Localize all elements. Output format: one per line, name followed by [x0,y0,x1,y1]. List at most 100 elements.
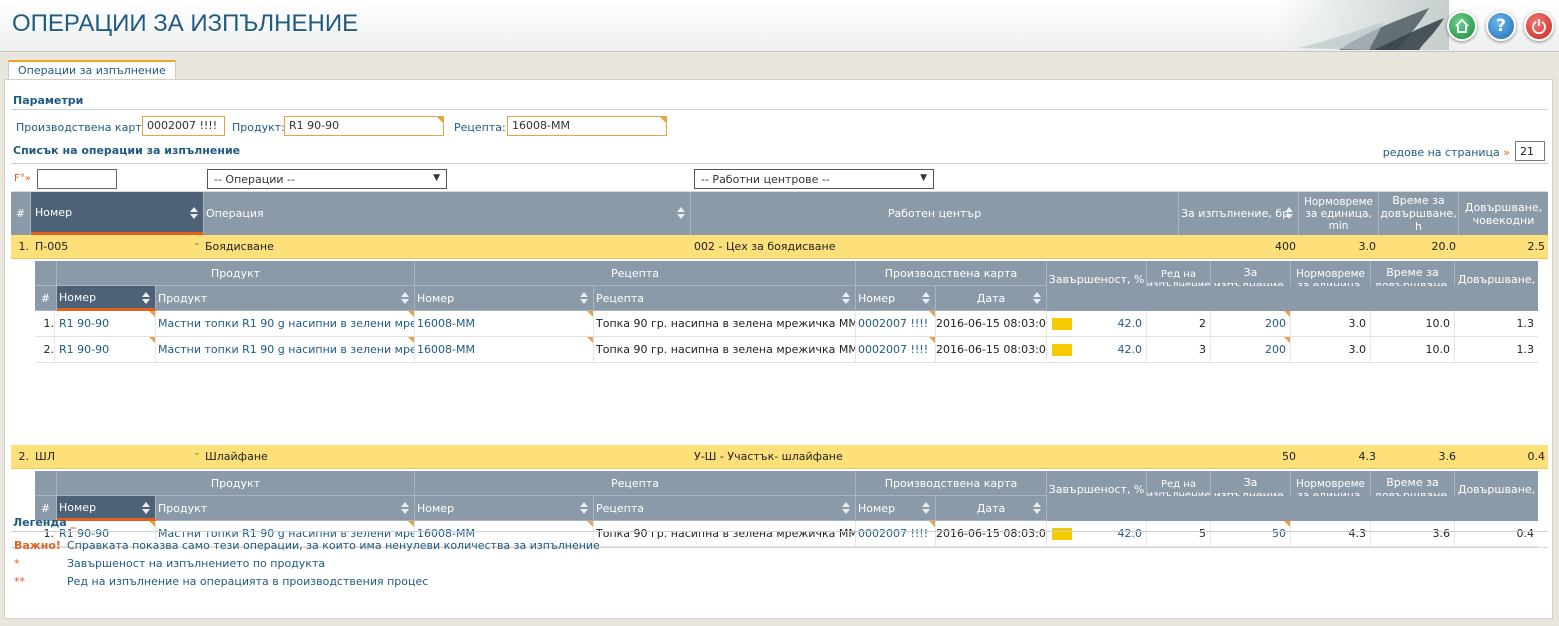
item-order: 3 [1147,337,1211,363]
lookup-corner-icon [587,521,593,527]
col-card-date-label: Дата [976,291,1006,305]
card-field-value: 0002007 !!!! [147,119,218,132]
item-card-number[interactable]: 0002007 !!!! [856,337,936,363]
item-card-number[interactable]: 0002007 !!!! [856,521,936,547]
operation-row[interactable]: 1. П-005 ⌄ Боядисване 002 - Цех за бояди… [11,235,1548,259]
item-to-execute[interactable]: 50 [1211,521,1291,547]
params-divider [11,109,1548,110]
tab-operations[interactable]: Операции за изпълнение [8,60,176,80]
help-button[interactable]: ? [1486,11,1516,41]
expand-chevron-icon[interactable]: ⌄ [193,231,201,255]
legend-key-star: * [14,557,20,570]
sort-icon[interactable] [1032,292,1042,304]
legend-toggle-icon[interactable]: _ [71,516,77,529]
item-card-date: 2016-06-15 08:03:09 [936,311,1047,337]
sort-icon[interactable] [400,292,410,304]
col-recipe-name[interactable]: Рецепта [594,496,856,521]
sort-icon[interactable] [921,292,931,304]
item-completion[interactable]: 42.0 [1047,311,1147,337]
app-header: ОПЕРАЦИИ ЗА ИЗПЪЛНЕНИЕ ? [0,0,1559,52]
group-product: Продукт [57,471,415,496]
legend-text-double-star: Ред на изпълнение на операцията в произв… [67,575,429,588]
operation-row[interactable]: 2. ШЛ ⌄ Шлайфане У-Ш - Участък- шлайфане… [11,445,1548,469]
col-product-number[interactable]: Номер [57,286,156,311]
group-recipe: Рецепта [415,261,856,286]
operations-select[interactable]: -- Операции -- ▼ [207,169,447,189]
item-row[interactable]: 2. R1 90-90 Мастни топки R1 90 g насипни… [35,337,1538,363]
item-recipe-number[interactable]: 16008-MM [415,311,594,337]
sort-icon[interactable] [189,207,199,219]
sort-icon[interactable] [1032,502,1042,514]
list-title: Списък на операции за изпълнение [13,144,241,157]
item-product-number[interactable]: R1 90-90 [57,311,156,337]
col-number[interactable]: Номер [31,192,204,235]
operation-workcenter: 002 - Цех за боядисване [694,240,836,253]
sort-icon[interactable] [1284,207,1294,219]
card-field[interactable]: 0002007 !!!! [142,116,225,136]
legend-key-important: Важно! [14,539,61,552]
sort-icon[interactable] [400,502,410,514]
col-recipe-name-label: Рецепта [596,291,644,305]
sort-icon[interactable] [921,502,931,514]
col-card-number[interactable]: Номер [856,286,936,311]
number-filter-input[interactable] [37,169,117,189]
item-recipe-number[interactable]: 16008-MM [415,337,594,363]
col-recipe-number[interactable]: Номер [415,496,594,521]
col-card-date[interactable]: Дата [936,286,1047,311]
item-row[interactable]: 1. R1 90-90 Мастни топки R1 90 g насипни… [35,311,1538,337]
col-product-name-label: Продукт [158,291,208,305]
lookup-corner-icon [149,337,155,343]
sort-icon[interactable] [676,207,686,219]
logout-button[interactable] [1524,11,1554,41]
product-field[interactable]: R1 90-90 [284,116,444,136]
col-product-number-label: Номер [59,500,97,514]
col-recipe-number[interactable]: Номер [415,286,594,311]
legend-title[interactable]: Легенда _ [13,516,76,529]
col-card-number[interactable]: Номер [856,496,936,521]
item-product-name[interactable]: Мастни топки R1 90 g насипни в зелени мр… [156,311,415,337]
lookup-corner-icon [1284,311,1290,317]
item-recipe-number-text: 16008-MM [417,317,475,330]
filter-fx-icon[interactable]: F°» [14,173,31,184]
power-icon [1532,19,1546,34]
recipe-field[interactable]: 16008-MM [507,116,667,136]
item-product-number[interactable]: R1 90-90 [57,337,156,363]
rows-per-page-text: редове на страница [1382,146,1500,159]
col-card-date[interactable]: Дата [936,496,1047,521]
col-product-name[interactable]: Продукт [156,286,415,311]
lookup-corner-icon [587,337,593,343]
home-button[interactable] [1447,11,1477,41]
sort-icon[interactable] [141,292,151,304]
expand-chevron-icon[interactable]: ⌄ [193,441,201,465]
item-product-name[interactable]: Мастни топки R1 90 g насипни в зелени мр… [156,337,415,363]
item-finish-time: 10.0 [1371,311,1455,337]
sort-icon[interactable] [579,502,589,514]
lookup-corner-icon [929,521,935,527]
group-spacer [35,471,57,496]
item-norm-time: 3.0 [1291,311,1371,337]
sort-icon[interactable] [141,502,151,514]
item-to-execute[interactable]: 200 [1211,311,1291,337]
item-completion[interactable]: 42.0 [1047,521,1147,547]
item-card-number-text: 0002007 !!!! [858,527,929,540]
lookup-corner-icon [408,337,414,343]
item-card-number-text: 0002007 !!!! [858,343,929,356]
col-to-execute[interactable]: За изпълнение, бр. [1179,192,1299,235]
sort-icon[interactable] [841,292,851,304]
item-finish-mandays: 1.3 [1516,317,1535,330]
workcenters-select[interactable]: -- Работни центрове -- ▼ [694,169,934,189]
legend-title-text: Легенда [13,516,67,529]
sort-icon[interactable] [579,292,589,304]
col-operation[interactable]: Операция [204,192,691,235]
item-to-execute[interactable]: 200 [1211,337,1291,363]
col-recipe-name[interactable]: Рецепта [594,286,856,311]
lookup-corner-icon [1284,521,1290,527]
item-card-number[interactable]: 0002007 !!!! [856,311,936,337]
rows-arrow-icon: » [1503,146,1510,159]
operations-select-value: -- Операции -- [214,173,295,186]
group-spacer [35,261,57,286]
col-product-name[interactable]: Продукт [156,496,415,521]
item-completion[interactable]: 42.0 [1047,337,1147,363]
rows-per-page-input[interactable]: 21 [1515,141,1545,161]
sort-icon[interactable] [841,502,851,514]
